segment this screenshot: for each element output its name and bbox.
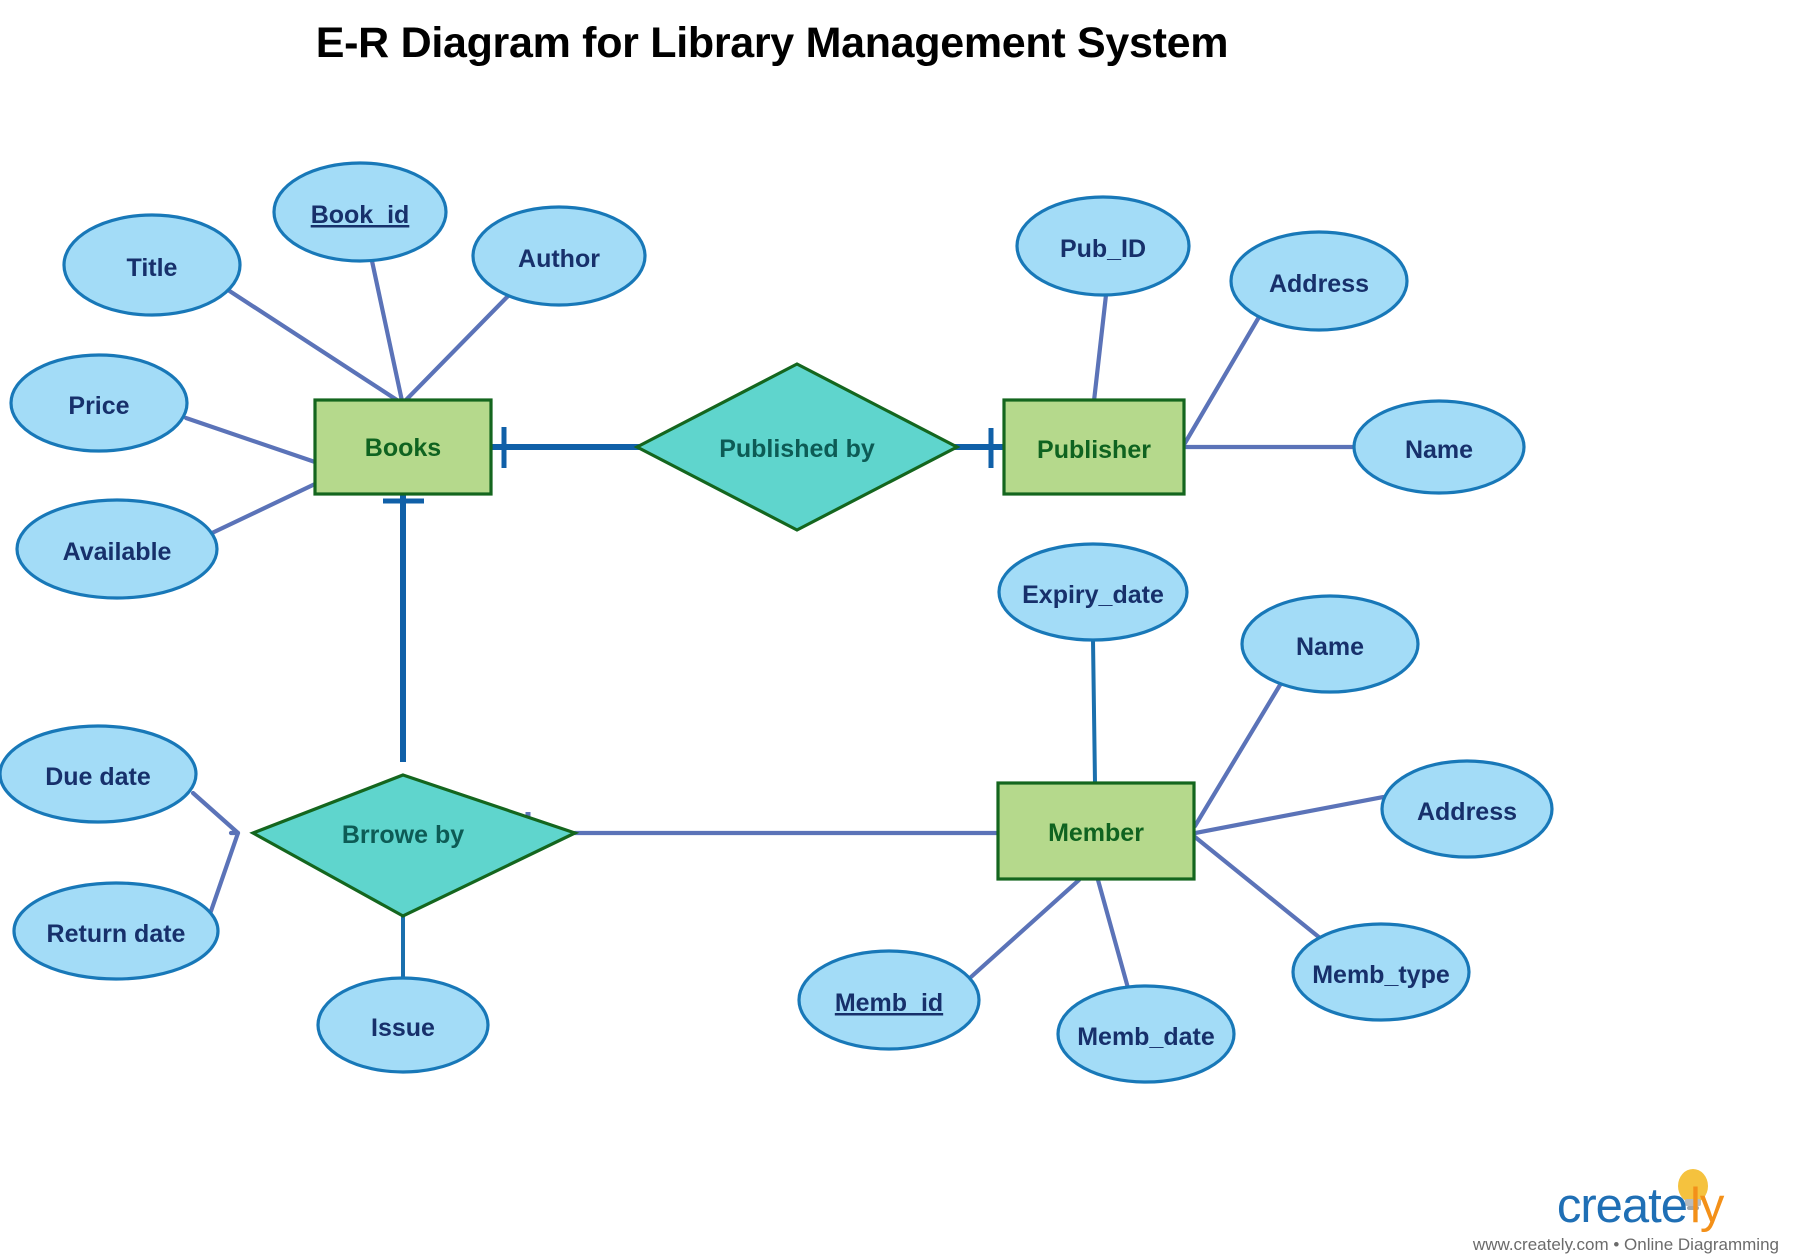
attribute-memb-type[interactable]: Memb_type: [1291, 922, 1471, 1022]
link-returndate-brroweby: [207, 830, 241, 917]
member-address-label: Address: [1417, 798, 1517, 826]
published-by-label: Published by: [719, 435, 875, 463]
link-memtype-member: [1192, 834, 1323, 941]
creately-wordmark-primary: create: [1557, 1179, 1687, 1233]
link-pubaddress-publisher: [1182, 314, 1262, 446]
attribute-expiry-date[interactable]: Expiry_date: [997, 542, 1189, 642]
link-available-books: [209, 481, 318, 536]
link-memdate-member: [1095, 877, 1131, 991]
memb-date-label: Memb_date: [1077, 1023, 1215, 1051]
attribute-issue[interactable]: Issue: [316, 976, 490, 1074]
er-diagram-canvas: E-R Diagram for Library Management Syste…: [0, 0, 1813, 1260]
link-duedate-brroweby: [190, 790, 241, 836]
pub-id-label: Pub_ID: [1060, 235, 1146, 263]
entity-publisher[interactable]: Publisher: [1002, 398, 1186, 496]
entity-books[interactable]: Books: [313, 398, 493, 496]
member-name-label: Name: [1296, 633, 1364, 661]
books-entity-label: Books: [365, 434, 441, 462]
available-label: Available: [63, 538, 172, 566]
price-label: Price: [68, 392, 129, 420]
attribute-publisher-address[interactable]: Address: [1229, 230, 1409, 332]
attribute-return-date[interactable]: Return date: [12, 881, 220, 981]
creately-wordmark-accent: ly: [1690, 1179, 1725, 1233]
memb-type-label: Memb_type: [1312, 961, 1450, 989]
return-date-label: Return date: [47, 920, 186, 948]
link-title-books: [225, 287, 403, 405]
attribute-price[interactable]: Price: [9, 353, 189, 453]
attribute-member-name[interactable]: Name: [1240, 594, 1420, 694]
attribute-title[interactable]: Title: [62, 213, 242, 317]
title-label: Title: [127, 254, 178, 282]
publisher-name-label: Name: [1405, 436, 1473, 464]
page-title: E-R Diagram for Library Management Syste…: [316, 19, 1228, 67]
relationship-published-by[interactable]: Published by: [633, 362, 961, 532]
due-date-label: Due date: [45, 763, 151, 791]
link-pubid-publisher: [1091, 292, 1109, 404]
attribute-memb-id[interactable]: Memb_id: [797, 949, 981, 1051]
memb-id-label: Memb_id: [835, 989, 943, 1017]
link-expirydate-member: [1091, 638, 1097, 785]
attribute-memb-date[interactable]: Memb_date: [1056, 984, 1236, 1084]
attribute-pub-id[interactable]: Pub_ID: [1015, 195, 1191, 297]
brrowe-by-label: Brrowe by: [342, 821, 464, 849]
attribute-publisher-name[interactable]: Name: [1352, 399, 1526, 495]
relationship-brrowe-by[interactable]: Brrowe by: [249, 773, 580, 918]
issue-label: Issue: [371, 1014, 435, 1042]
book-id-label: Book_id: [311, 201, 410, 229]
member-entity-label: Member: [1048, 819, 1144, 847]
link-author-books: [402, 289, 515, 404]
attribute-due-date[interactable]: Due date: [0, 724, 198, 824]
link-bookid-books: [369, 258, 405, 404]
attribute-author[interactable]: Author: [471, 205, 647, 307]
publisher-entity-label: Publisher: [1037, 436, 1151, 464]
link-price-books: [183, 415, 318, 465]
author-label: Author: [518, 245, 600, 273]
link-memid-member: [968, 877, 1082, 980]
creately-tagline: www.creately.com • Online Diagramming: [1472, 1235, 1779, 1254]
publisher-address-label: Address: [1269, 270, 1369, 298]
attribute-member-address[interactable]: Address: [1380, 759, 1554, 859]
entity-member[interactable]: Member: [996, 781, 1196, 881]
link-memaddress-member: [1192, 794, 1386, 836]
attribute-book-id[interactable]: Book_id: [272, 161, 448, 263]
attribute-available[interactable]: Available: [15, 498, 219, 600]
creately-logo[interactable]: create ly www.creately.com • Online Diag…: [1472, 1169, 1779, 1254]
link-memname-member: [1192, 677, 1286, 829]
expiry-date-label: Expiry_date: [1022, 581, 1164, 609]
